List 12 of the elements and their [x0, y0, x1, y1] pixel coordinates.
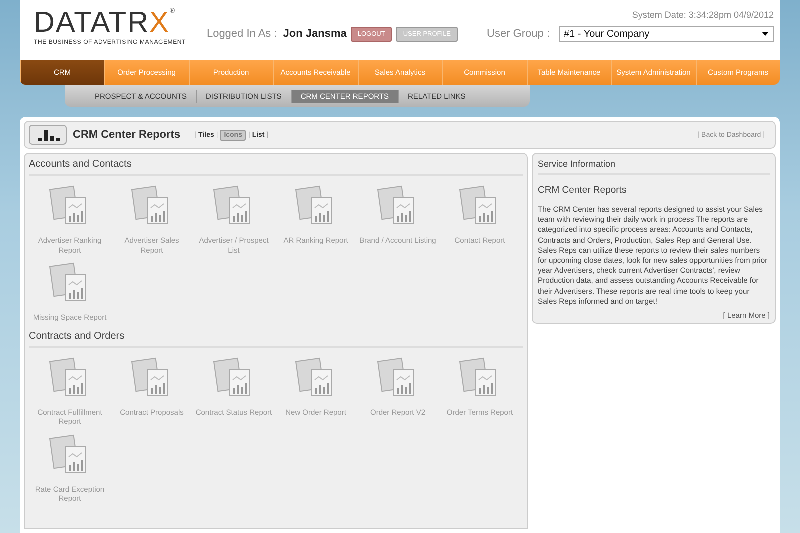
system-date: System Date: 3:34:28pm 04/9/2012	[632, 10, 774, 20]
section-title: Contracts and Orders	[29, 328, 523, 348]
user-group-label: User Group :	[487, 28, 550, 40]
user-name: Jon Jansma	[283, 28, 347, 40]
section-title: Accounts and Contacts	[29, 157, 523, 176]
user-group-select[interactable]: #1 - Your Company	[559, 26, 774, 42]
panel-title: Service Information	[538, 157, 770, 175]
info-heading: CRM Center Reports	[538, 185, 628, 196]
caret-icon	[762, 32, 769, 36]
bar-chart-icon[interactable]	[29, 125, 67, 145]
page-title: CRM Center Reports	[73, 129, 181, 141]
logged-in-label: Logged In As :	[206, 28, 278, 40]
